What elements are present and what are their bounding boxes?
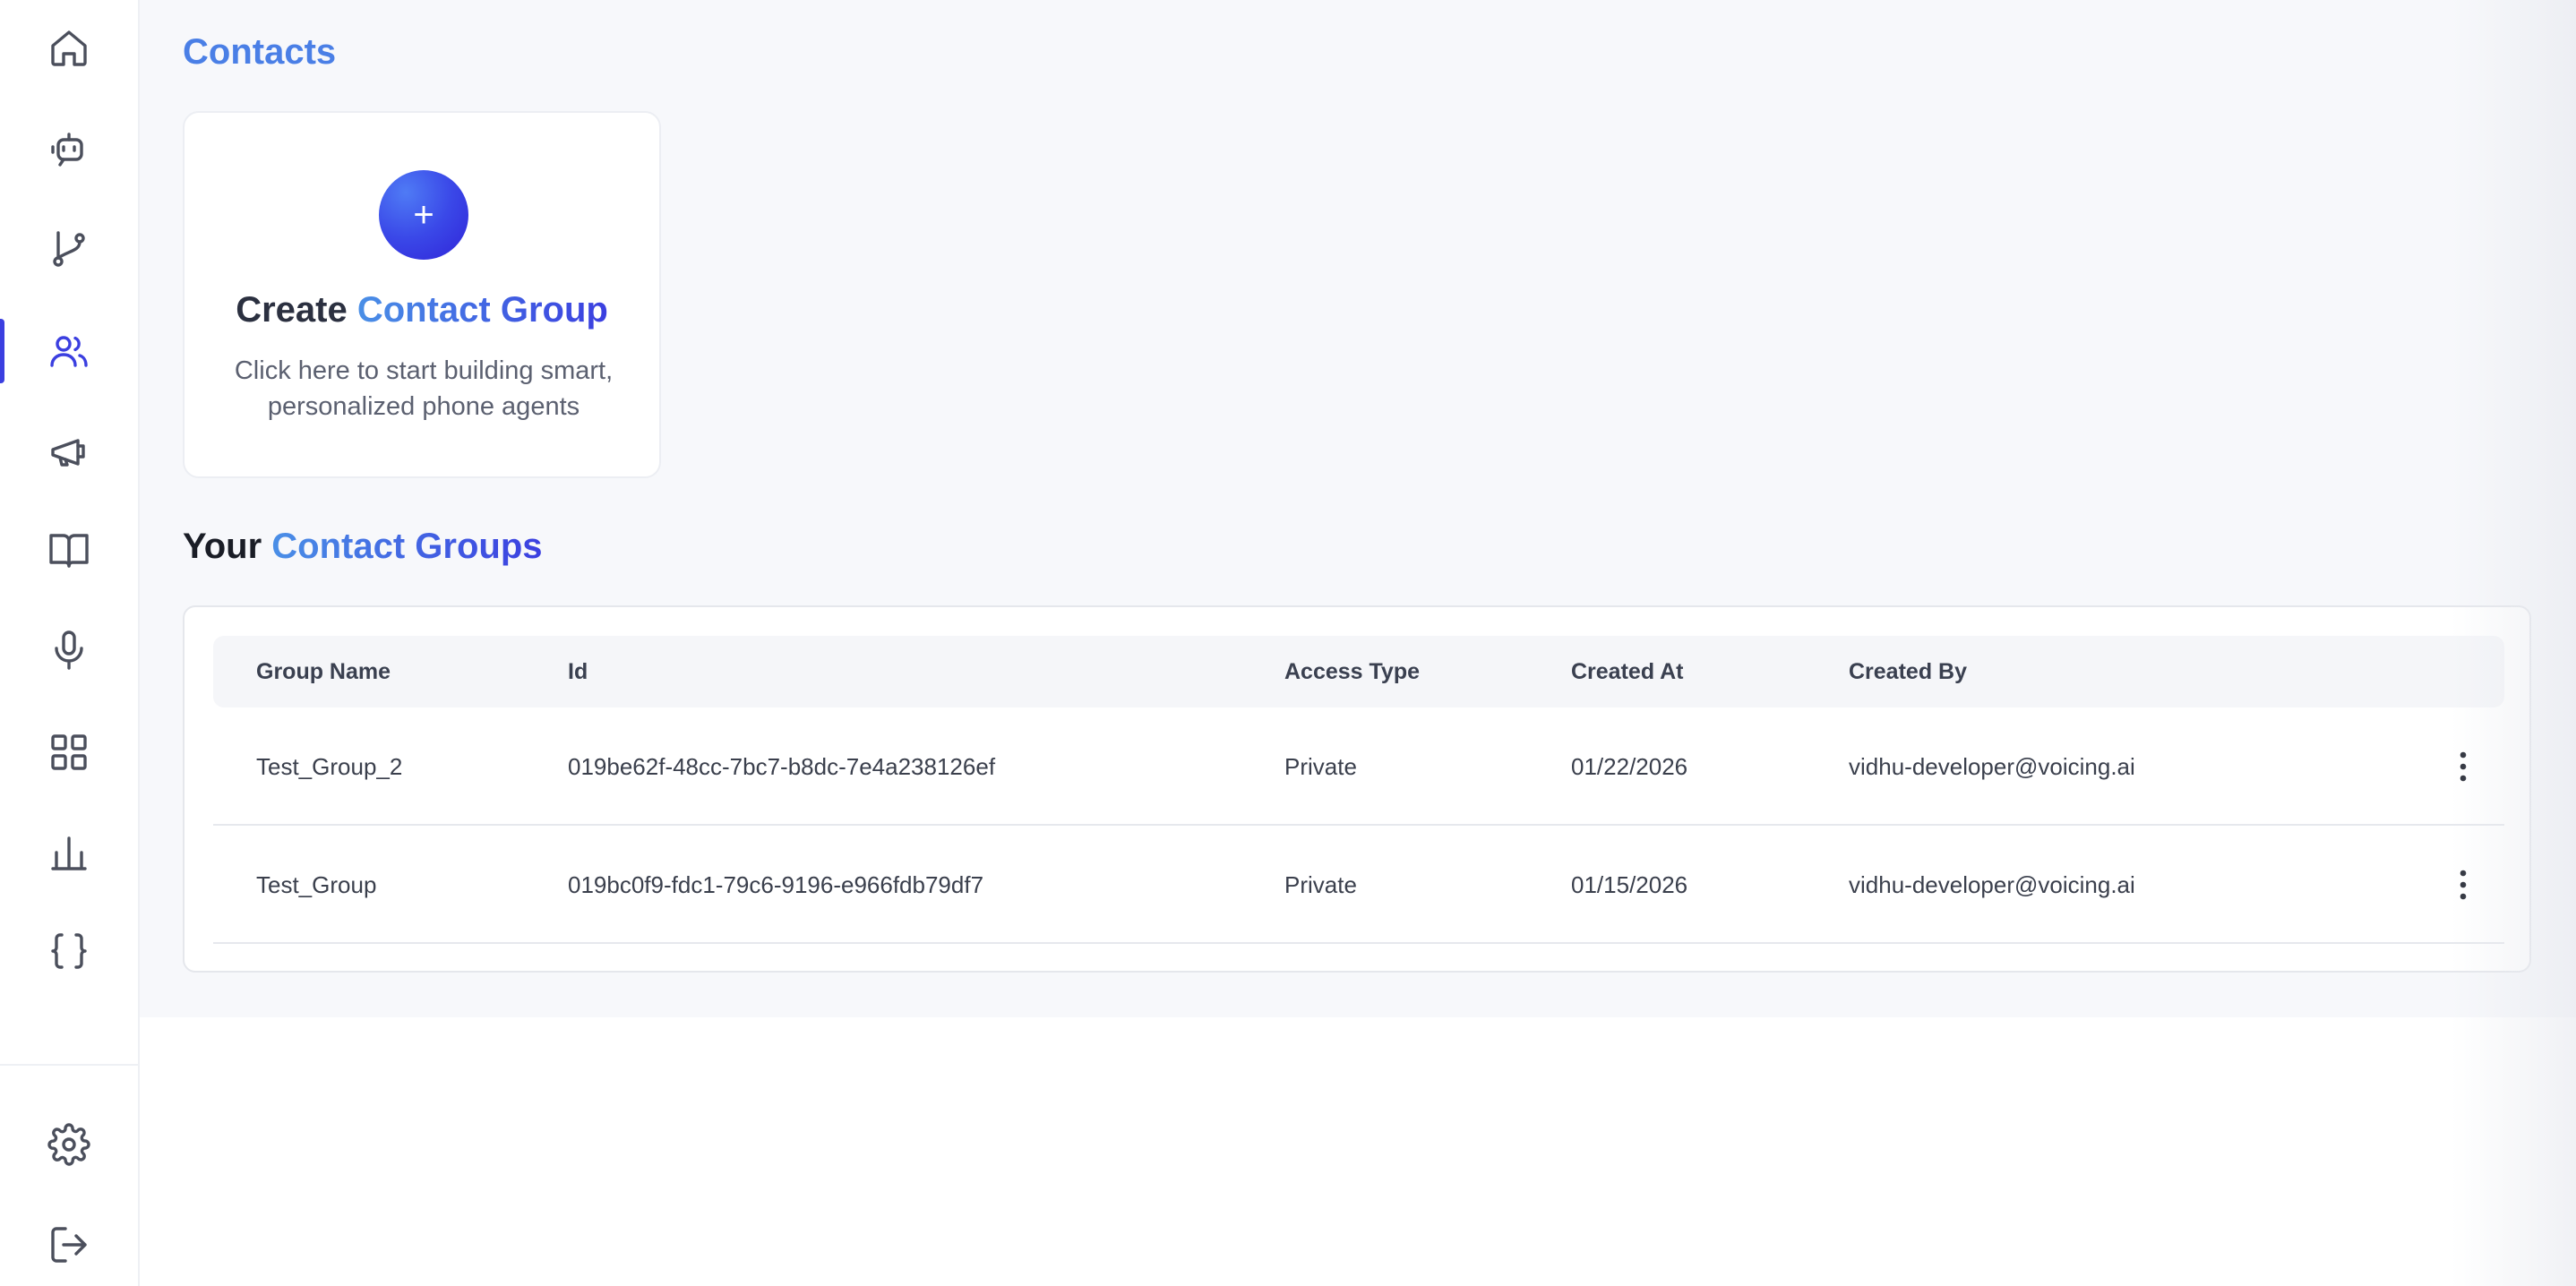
table-header: Group Name Id Access Type Created At Cre… (213, 636, 2504, 707)
table-row[interactable]: Test_Group 019bc0f9-fdc1-79c6-9196-e966f… (213, 826, 2504, 944)
table-row[interactable]: Test_Group_2 019be62f-48cc-7bc7-b8dc-7e4… (213, 707, 2504, 826)
cell-created-at: 01/15/2026 (1571, 870, 1688, 898)
kebab-menu-icon (2460, 870, 2467, 900)
microphone-icon (55, 630, 83, 670)
sidebar-item-campaigns[interactable] (0, 416, 138, 487)
logout-icon (51, 1227, 87, 1263)
sidebar-item-api[interactable] (0, 915, 138, 987)
kebab-menu-icon (2460, 751, 2467, 782)
create-contact-group-card[interactable]: + Create Contact Group Click here to sta… (183, 111, 661, 478)
sidebar-item-knowledge[interactable] (0, 514, 138, 586)
sidebar-divider (0, 1064, 138, 1066)
column-header-group-name[interactable]: Group Name (256, 636, 391, 707)
row-actions-button[interactable] (2445, 867, 2481, 903)
cell-created-by: vidhu-developer@voicing.ai (1849, 870, 2135, 898)
column-header-id[interactable]: Id (568, 636, 588, 707)
users-icon (50, 336, 88, 367)
book-open-icon (49, 534, 89, 568)
megaphone-icon (51, 439, 85, 467)
git-branch-icon (53, 231, 85, 267)
cell-access-type: Private (1284, 752, 1357, 780)
section-title: Your Contact Groups (183, 527, 543, 567)
plus-icon: + (413, 194, 434, 235)
grid-icon (51, 734, 87, 770)
bar-chart-icon (51, 836, 87, 870)
sidebar-item-home[interactable] (0, 13, 138, 84)
gear-icon (47, 1123, 90, 1166)
sidebar-item-flows[interactable] (0, 213, 138, 285)
section-title-highlight: Contact Groups (271, 527, 543, 566)
braces-icon (51, 933, 87, 969)
create-card-title-highlight: Contact Group (356, 290, 608, 330)
main-content: Contacts + Create Contact Group Click he… (140, 0, 2576, 1017)
create-card-title: Create Contact Group (185, 290, 659, 330)
sidebar-item-voices[interactable] (0, 614, 138, 686)
sidebar-item-integrations[interactable] (0, 716, 138, 788)
cell-created-by: vidhu-developer@voicing.ai (1849, 752, 2135, 780)
add-group-button[interactable]: + (379, 170, 468, 260)
bot-icon (51, 133, 83, 167)
contact-groups-table: Group Name Id Access Type Created At Cre… (183, 605, 2531, 973)
column-header-created-by[interactable]: Created By (1849, 636, 1967, 707)
sidebar-item-agents[interactable] (0, 113, 138, 184)
cell-group-name: Test_Group_2 (256, 752, 403, 780)
create-card-title-prefix: Create (236, 290, 348, 330)
sidebar (0, 0, 140, 1286)
cell-id: 019be62f-48cc-7bc7-b8dc-7e4a238126ef (568, 752, 996, 780)
sidebar-item-logout[interactable] (0, 1209, 138, 1281)
section-title-prefix: Your (183, 527, 262, 566)
sidebar-item-analytics[interactable] (0, 817, 138, 888)
column-header-created-at[interactable]: Created At (1571, 636, 1684, 707)
cell-created-at: 01/22/2026 (1571, 752, 1688, 780)
page-title: Contacts (183, 32, 337, 72)
row-actions-button[interactable] (2445, 749, 2481, 784)
home-icon (51, 30, 87, 66)
cell-group-name: Test_Group (256, 870, 377, 898)
cell-id: 019bc0f9-fdc1-79c6-9196-e966fdb79df7 (568, 870, 984, 898)
sidebar-item-settings[interactable] (0, 1109, 138, 1180)
sidebar-item-contacts[interactable] (0, 315, 138, 387)
column-header-access-type[interactable]: Access Type (1284, 636, 1420, 707)
create-card-description: Click here to start building smart, pers… (234, 356, 614, 421)
cell-access-type: Private (1284, 870, 1357, 898)
